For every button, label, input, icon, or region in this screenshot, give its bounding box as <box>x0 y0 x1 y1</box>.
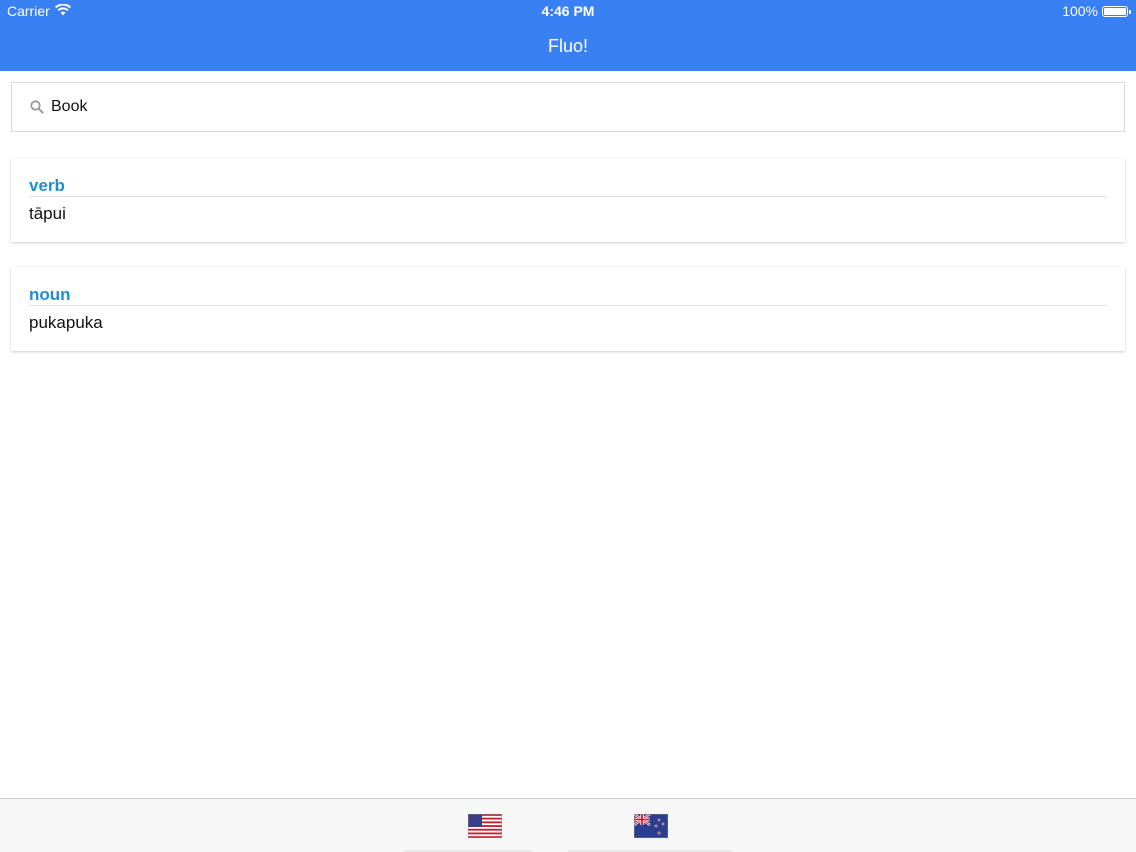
card-divider <box>29 196 1107 197</box>
battery-percent: 100% <box>1062 3 1098 19</box>
result-card-noun[interactable]: noun pukapuka <box>11 267 1125 351</box>
status-bar: Carrier 4:46 PM 100% <box>0 0 1136 22</box>
status-right: 100% <box>1062 3 1131 19</box>
search-icon <box>30 100 44 114</box>
us-flag-icon <box>468 814 502 838</box>
part-of-speech-label: verb <box>29 176 65 195</box>
search-bar[interactable] <box>11 82 1125 132</box>
status-time: 4:46 PM <box>541 3 595 19</box>
card-divider <box>29 305 1107 306</box>
tab-maori[interactable] <box>634 814 668 838</box>
translation-text: pukapuka <box>29 313 103 332</box>
app-screen: Carrier 4:46 PM 100% Fluo! Book verb tāp… <box>0 0 1136 852</box>
nz-flag-icon <box>634 814 668 838</box>
page-title: Fluo! <box>547 36 589 56</box>
translation-text: tāpui <box>29 204 66 223</box>
battery-icon <box>1102 5 1131 17</box>
search-input[interactable] <box>51 98 1051 116</box>
tab-bar <box>0 798 1136 852</box>
result-card-verb[interactable]: verb tāpui <box>11 158 1125 242</box>
top-bar: Carrier 4:46 PM 100% Fluo! <box>0 0 1136 71</box>
part-of-speech-label: noun <box>29 285 71 304</box>
tab-english[interactable] <box>468 814 502 838</box>
